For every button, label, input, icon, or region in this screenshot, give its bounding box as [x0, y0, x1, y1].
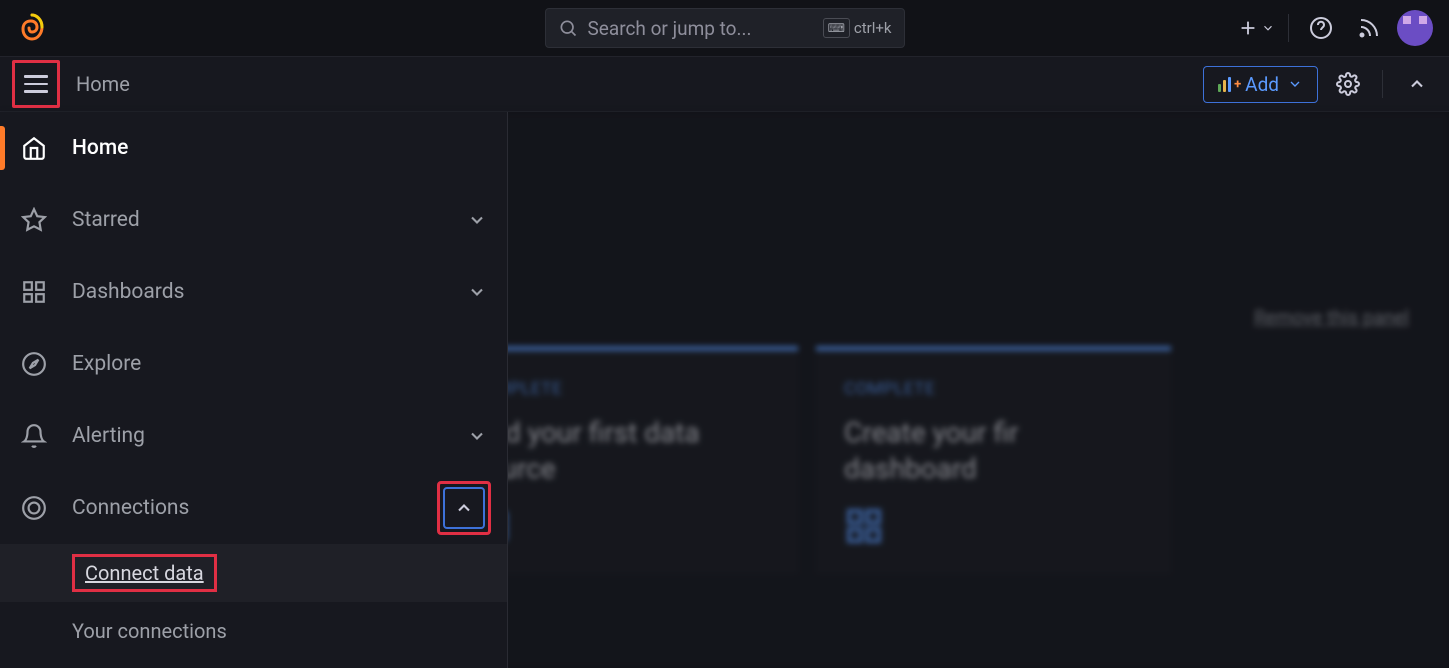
sidebar-item-label: Alerting [72, 424, 443, 448]
expand-highlight [437, 481, 491, 535]
chevron-down-icon[interactable] [467, 426, 487, 446]
search-placeholder: Search or jump to... [588, 17, 813, 40]
sidebar-subitem-label: Your connections [72, 619, 227, 643]
grafana-logo[interactable] [16, 12, 48, 44]
sidebar-item-label: Explore [72, 352, 487, 376]
divider [1288, 14, 1289, 42]
topbar: Search or jump to... ⌨ ctrl+k [0, 0, 1449, 56]
user-avatar[interactable] [1397, 10, 1433, 46]
sidebar-item-explore[interactable]: Explore [0, 328, 507, 400]
sidebar-item-connections[interactable]: Connections [0, 472, 507, 544]
database-icon [471, 506, 770, 546]
subbar-right: + Add [1203, 64, 1437, 104]
chevron-up-button[interactable] [443, 487, 485, 529]
sidebar-item-label: Starred [72, 208, 443, 232]
chevron-down-icon[interactable] [467, 210, 487, 230]
connect-data-highlight: Connect data [72, 554, 217, 592]
search-box[interactable]: Search or jump to... ⌨ ctrl+k [545, 8, 905, 48]
topbar-right [1236, 8, 1433, 48]
keyboard-shortcut: ⌨ ctrl+k [823, 18, 892, 38]
breadcrumb[interactable]: Home [76, 72, 130, 96]
search-icon [558, 18, 578, 38]
help-button[interactable] [1301, 8, 1341, 48]
sidebar-item-alerting[interactable]: Alerting [0, 400, 507, 472]
subbar: Home + Add [0, 56, 1449, 112]
panel-bars-icon: + [1218, 77, 1237, 92]
divider [1382, 70, 1383, 98]
dashboards-icon [20, 278, 48, 306]
add-menu-button[interactable] [1236, 8, 1276, 48]
add-panel-button[interactable]: + Add [1203, 66, 1318, 103]
chevron-down-icon[interactable] [467, 282, 487, 302]
keyboard-icon: ⌨ [823, 18, 850, 38]
remove-panel-link[interactable]: Remove this panel [1254, 306, 1409, 329]
sidebar: Home Starred Dashboards Explore Alerting [0, 112, 508, 668]
sidebar-item-home[interactable]: Home [0, 112, 507, 184]
compass-icon [20, 350, 48, 378]
menu-toggle-highlight [12, 60, 60, 108]
sidebar-subitem-connect-data[interactable]: Connect data [0, 544, 507, 602]
menu-toggle-button[interactable] [24, 75, 48, 93]
sidebar-item-label: Dashboards [72, 280, 443, 304]
sidebar-subitem-label: Connect data [85, 561, 204, 585]
settings-button[interactable] [1328, 64, 1368, 104]
chevron-down-icon [1287, 76, 1303, 92]
sidebar-subitem-your-connections[interactable]: Your connections [0, 602, 507, 660]
apps-icon [844, 506, 1143, 546]
connections-icon [20, 494, 48, 522]
collapse-button[interactable] [1397, 64, 1437, 104]
sidebar-item-label: Home [72, 136, 487, 160]
home-icon [20, 134, 48, 162]
sidebar-item-dashboards[interactable]: Dashboards [0, 256, 507, 328]
news-button[interactable] [1349, 8, 1389, 48]
card-dashboard[interactable]: COMPLETE Create your fir dashboard [816, 346, 1171, 574]
sidebar-item-label: Connections [72, 496, 413, 520]
sidebar-item-starred[interactable]: Starred [0, 184, 507, 256]
bell-icon [20, 422, 48, 450]
star-icon [20, 206, 48, 234]
